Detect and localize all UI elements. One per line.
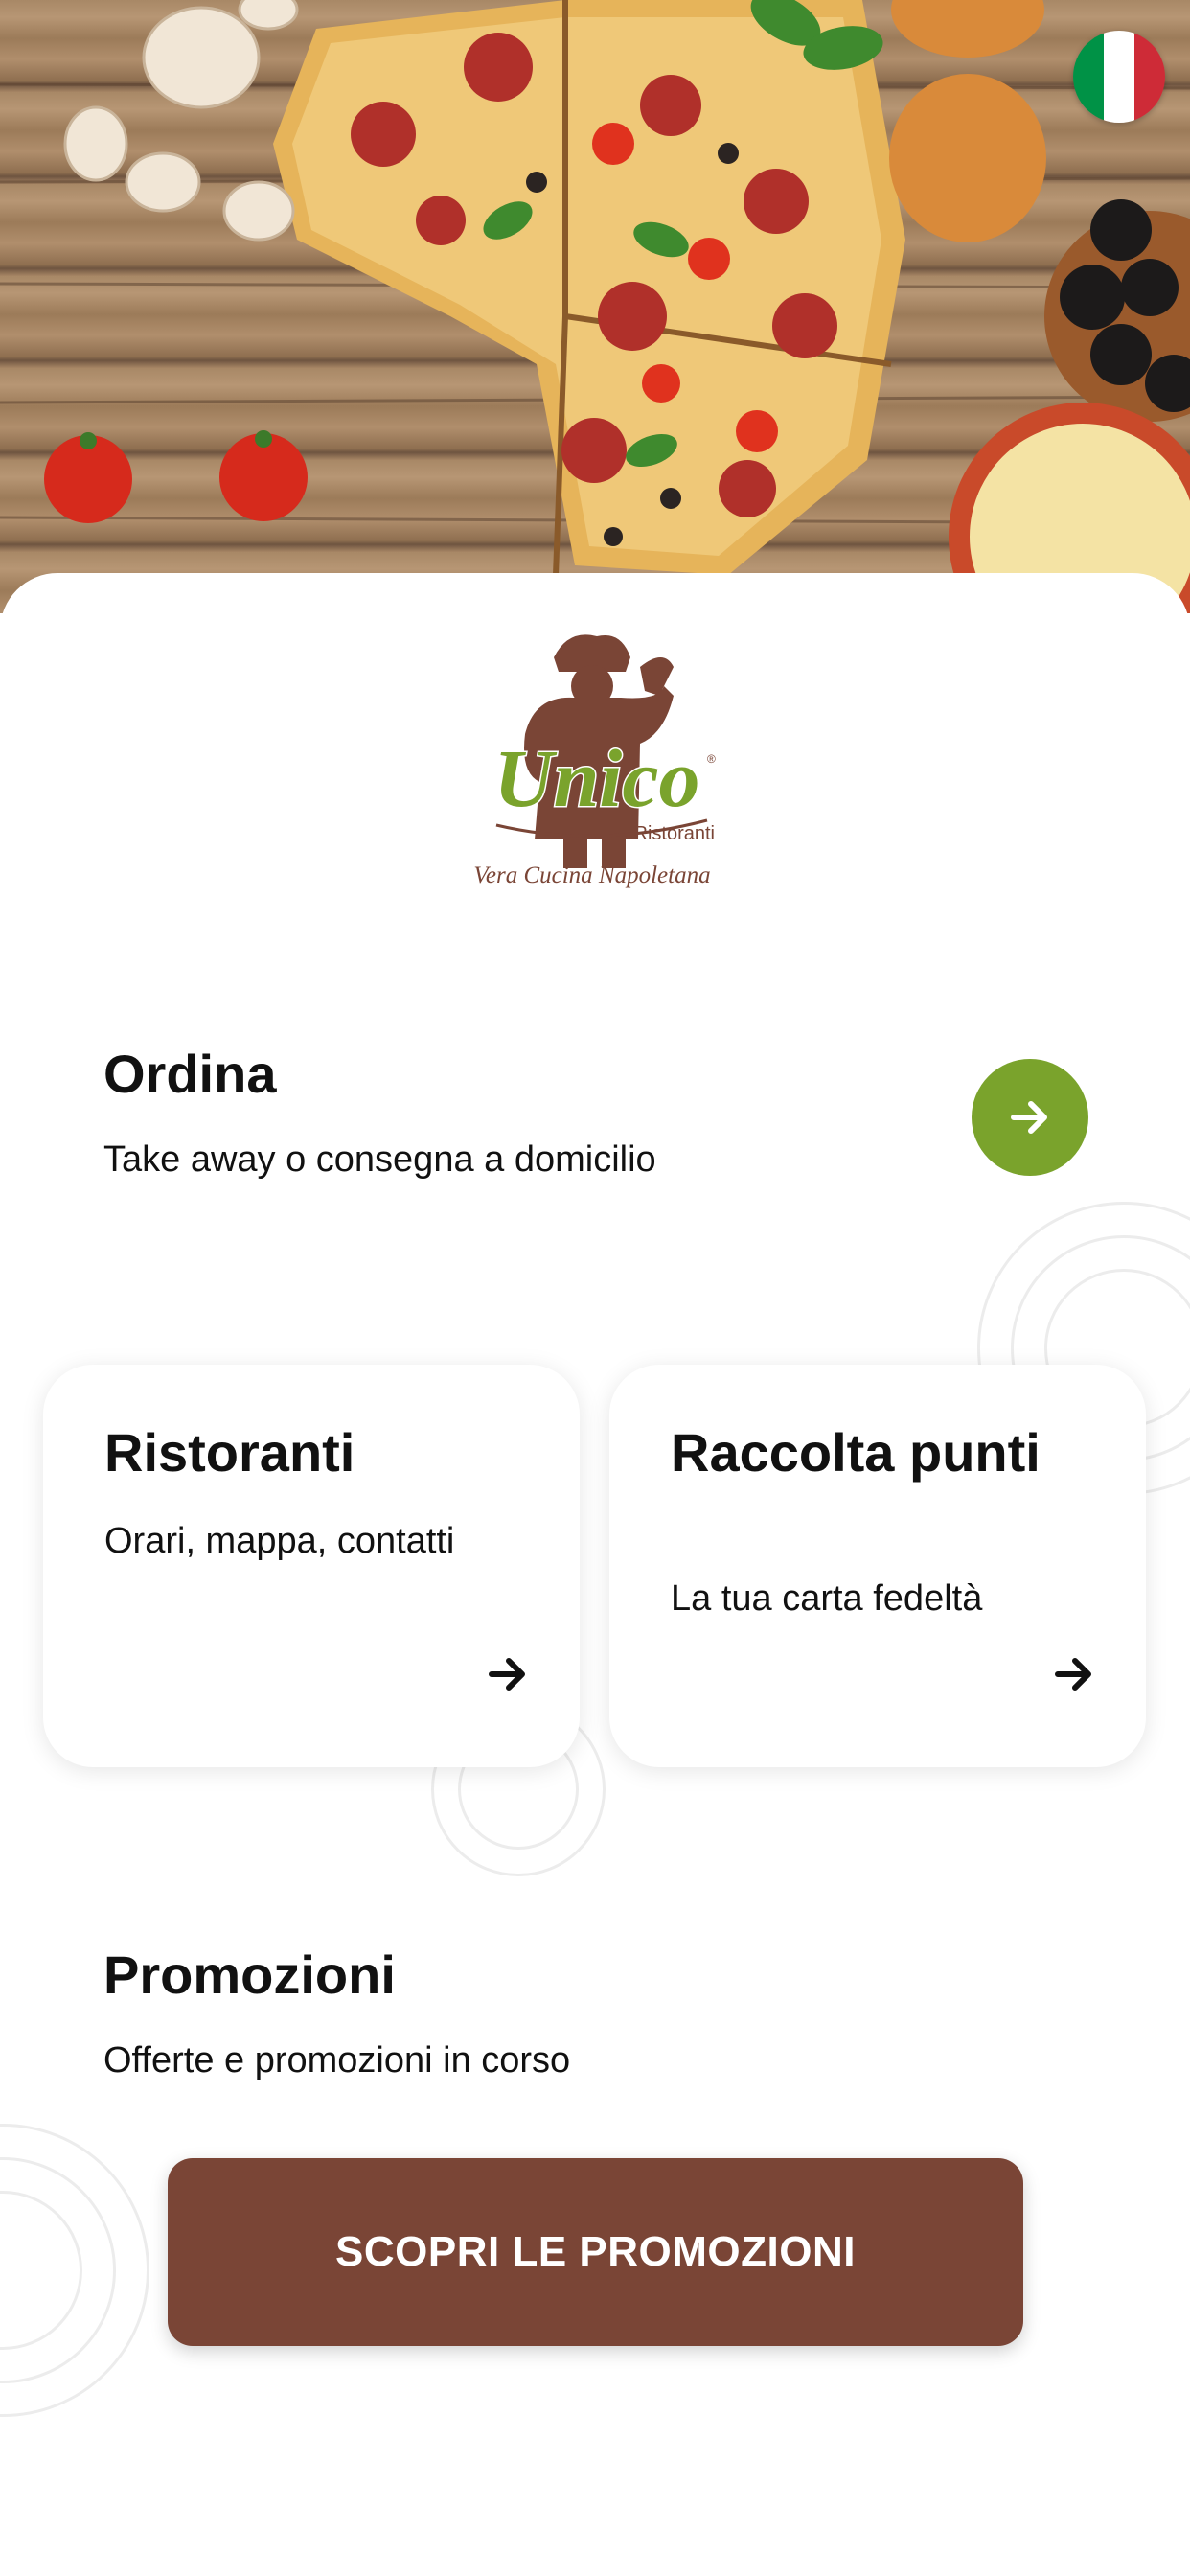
unico-ristoranti-logo: Unico ® Ristoranti Vera Cucina Napoletan… xyxy=(473,634,716,888)
raccolta-punti-card-subtitle: La tua carta fedeltà xyxy=(671,1578,983,1619)
ordina-button[interactable] xyxy=(972,1059,1088,1176)
pizza-illustration xyxy=(0,0,1190,613)
ristoranti-card[interactable]: Ristoranti Orari, mappa, contatti xyxy=(43,1365,580,1767)
hero-image xyxy=(0,0,1190,613)
logo-tagline: Vera Cucina Napoletana xyxy=(473,862,710,888)
arrow-right-icon xyxy=(1011,1101,1047,1134)
arrow-right-icon xyxy=(1055,1658,1091,1690)
logo-registered-mark: ® xyxy=(707,752,716,766)
promozioni-title: Promozioni xyxy=(103,1944,396,2005)
ristoranti-card-subtitle: Orari, mappa, contatti xyxy=(104,1521,455,1561)
promozioni-subtitle: Offerte e promozioni in corso xyxy=(103,2040,571,2081)
logo-subtext: Ristoranti xyxy=(634,823,715,844)
raccolta-punti-card[interactable]: Raccolta punti La tua carta fedeltà xyxy=(609,1365,1146,1767)
raccolta-punti-card-title: Raccolta punti xyxy=(671,1422,1041,1483)
ristoranti-card-title: Ristoranti xyxy=(104,1422,355,1483)
arrow-right-icon xyxy=(489,1658,525,1690)
ordina-title: Ordina xyxy=(103,1044,277,1104)
content-sheet: Unico ® Ristoranti Vera Cucina Napoletan… xyxy=(0,573,1190,2576)
ordina-subtitle: Take away o consegna a domicilio xyxy=(103,1139,656,1180)
scopri-promozioni-button[interactable]: SCOPRI LE PROMOZIONI xyxy=(168,2158,1023,2346)
logo-wordmark: Unico xyxy=(494,732,700,824)
flag-white-stripe xyxy=(1104,31,1134,123)
italy-flag-icon[interactable] xyxy=(1073,31,1165,123)
